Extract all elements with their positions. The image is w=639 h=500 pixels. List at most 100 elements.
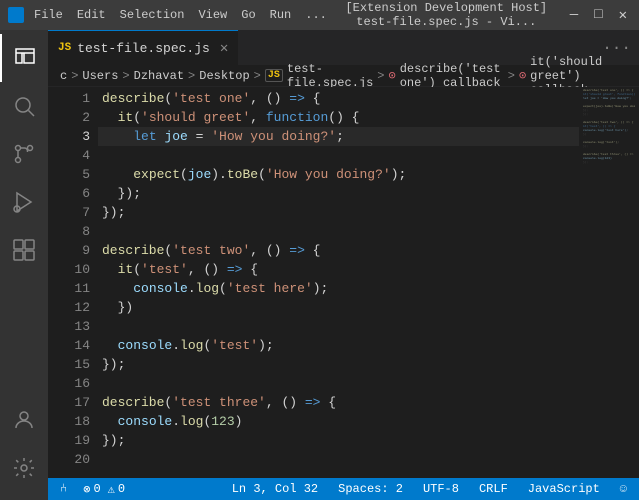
code-line-1: describe('test one', () => { [98,89,579,108]
menu-edit[interactable]: Edit [77,8,106,22]
menu-run[interactable]: Run [270,8,292,22]
code-line-19: }); [98,431,579,450]
activity-run-debug[interactable] [0,178,48,226]
warning-count: 0 [118,482,125,496]
status-ln-col[interactable]: Ln 3, Col 32 [228,478,322,500]
ln-col-label: Ln 3, Col 32 [232,482,318,496]
breadcrumb-users[interactable]: Users [82,69,118,83]
close-button[interactable]: ✕ [615,7,631,24]
menu-selection[interactable]: Selection [120,8,185,22]
menu-more[interactable]: ... [305,8,327,22]
code-container: 1 2 3 4 5 6 7 8 9 10 11 12 13 14 15 16 1… [48,87,639,478]
language-label: JavaScript [528,482,600,496]
code-line-7: }); [98,203,579,222]
status-git[interactable]: ⑃ [56,478,71,500]
ln-4: 4 [56,146,90,165]
minimap-line-3: let joe = 'How you doing?'; [583,97,635,101]
maximize-button[interactable]: □ [590,7,606,24]
warning-icon: ⚠ [108,482,115,497]
spaces-label: Spaces: 2 [338,482,403,496]
activity-bottom [0,396,48,500]
ln-2: 2 [56,108,90,127]
ln-11: 11 [56,279,90,298]
ln-16: 16 [56,374,90,393]
code-line-9: describe('test two', () => { [98,241,579,260]
code-line-11: console.log('test here'); [98,279,579,298]
ln-10: 10 [56,260,90,279]
activity-explorer[interactable] [0,34,48,82]
code-line-12: }) [98,298,579,317]
breadcrumb-filename[interactable]: test-file.spec.js [287,62,373,90]
tab-close-icon[interactable]: ✕ [220,40,228,57]
minimap-content: describe('test one', () => { it('should … [579,87,639,167]
tab-test-file[interactable]: JS test-file.spec.js ✕ [48,30,238,65]
ln-20: 20 [56,450,90,469]
vscode-logo [8,7,24,23]
breadcrumb-sym2-icon: ⊙ [519,68,526,83]
feedback-icon: ☺ [620,482,627,496]
error-icon: ⊗ [83,482,90,497]
status-errors[interactable]: ⊗ 0 ⚠ 0 [79,478,129,500]
activity-accounts[interactable] [0,396,48,444]
activity-source-control[interactable] [0,130,48,178]
code-line-6: }); [98,184,579,203]
status-language[interactable]: JavaScript [524,478,604,500]
window-controls: — □ ✕ [566,7,631,24]
ln-1: 1 [56,89,90,108]
code-line-20 [98,450,579,469]
code-line-15: }); [98,355,579,374]
activity-search[interactable] [0,82,48,130]
git-icon: ⑃ [60,482,67,496]
status-encoding[interactable]: UTF-8 [419,478,463,500]
ln-3: 3 [56,127,90,146]
line-numbers: 1 2 3 4 5 6 7 8 9 10 11 12 13 14 15 16 1… [48,87,98,478]
main-layout: JS test-file.spec.js ✕ ··· c > Users > D… [0,30,639,500]
status-left: ⑃ ⊗ 0 ⚠ 0 [56,478,129,500]
activity-extensions[interactable] [0,226,48,274]
minimap-line-5: expect(joe).toBe('How you doing?'); [583,105,635,109]
tab-label: test-file.spec.js [77,41,210,56]
ln-5: 5 [56,165,90,184]
status-line-ending[interactable]: CRLF [475,478,512,500]
ln-8: 8 [56,222,90,241]
menu-view[interactable]: View [198,8,227,22]
menu-go[interactable]: Go [241,8,255,22]
line-ending-label: CRLF [479,482,508,496]
minimap: describe('test one', () => { it('should … [579,87,639,478]
breadcrumb-dzhavat[interactable]: Dzhavat [134,69,184,83]
status-feedback[interactable]: ☺ [616,478,631,500]
status-spaces[interactable]: Spaces: 2 [334,478,407,500]
menu-file[interactable]: File [34,8,63,22]
breadcrumb-js-icon: JS [265,69,283,82]
breadcrumb-c[interactable]: c [60,69,67,83]
title-bar-menu: File Edit Selection View Go Run ... [34,8,327,22]
ln-12: 12 [56,298,90,317]
code-line-18: console.log(123) [98,412,579,431]
breadcrumb: c > Users > Dzhavat > Desktop > JS test-… [48,65,639,87]
encoding-label: UTF-8 [423,482,459,496]
ln-14: 14 [56,336,90,355]
breadcrumb-desktop[interactable]: Desktop [199,69,249,83]
tab-file-icon: JS [58,42,71,54]
code-line-14: console.log('test'); [98,336,579,355]
activity-bar [0,30,48,500]
ln-18: 18 [56,412,90,431]
title-bar: File Edit Selection View Go Run ... [Ext… [0,0,639,30]
window-title: [Extension Development Host] test-file.s… [327,1,566,29]
code-editor[interactable]: describe('test one', () => { it('should … [98,87,579,478]
status-bar: ⑃ ⊗ 0 ⚠ 0 Ln 3, Col 32 Spaces: 2 UTF-8 [48,478,639,500]
minimize-button[interactable]: — [566,7,582,24]
code-line-16 [98,374,579,393]
code-line-5: expect(joe).toBe('How you doing?'); [98,165,579,184]
activity-settings[interactable] [0,444,48,492]
status-right: Ln 3, Col 32 Spaces: 2 UTF-8 CRLF JavaSc… [228,478,631,500]
error-count: 0 [93,482,100,496]
editor-area: JS test-file.spec.js ✕ ··· c > Users > D… [48,30,639,500]
ln-15: 15 [56,355,90,374]
ln-9: 9 [56,241,90,260]
code-line-10: it('test', () => { [98,260,579,279]
ln-7: 7 [56,203,90,222]
ln-17: 17 [56,393,90,412]
breadcrumb-describe[interactable]: describe('test one') callback [400,62,504,90]
ln-6: 6 [56,184,90,203]
